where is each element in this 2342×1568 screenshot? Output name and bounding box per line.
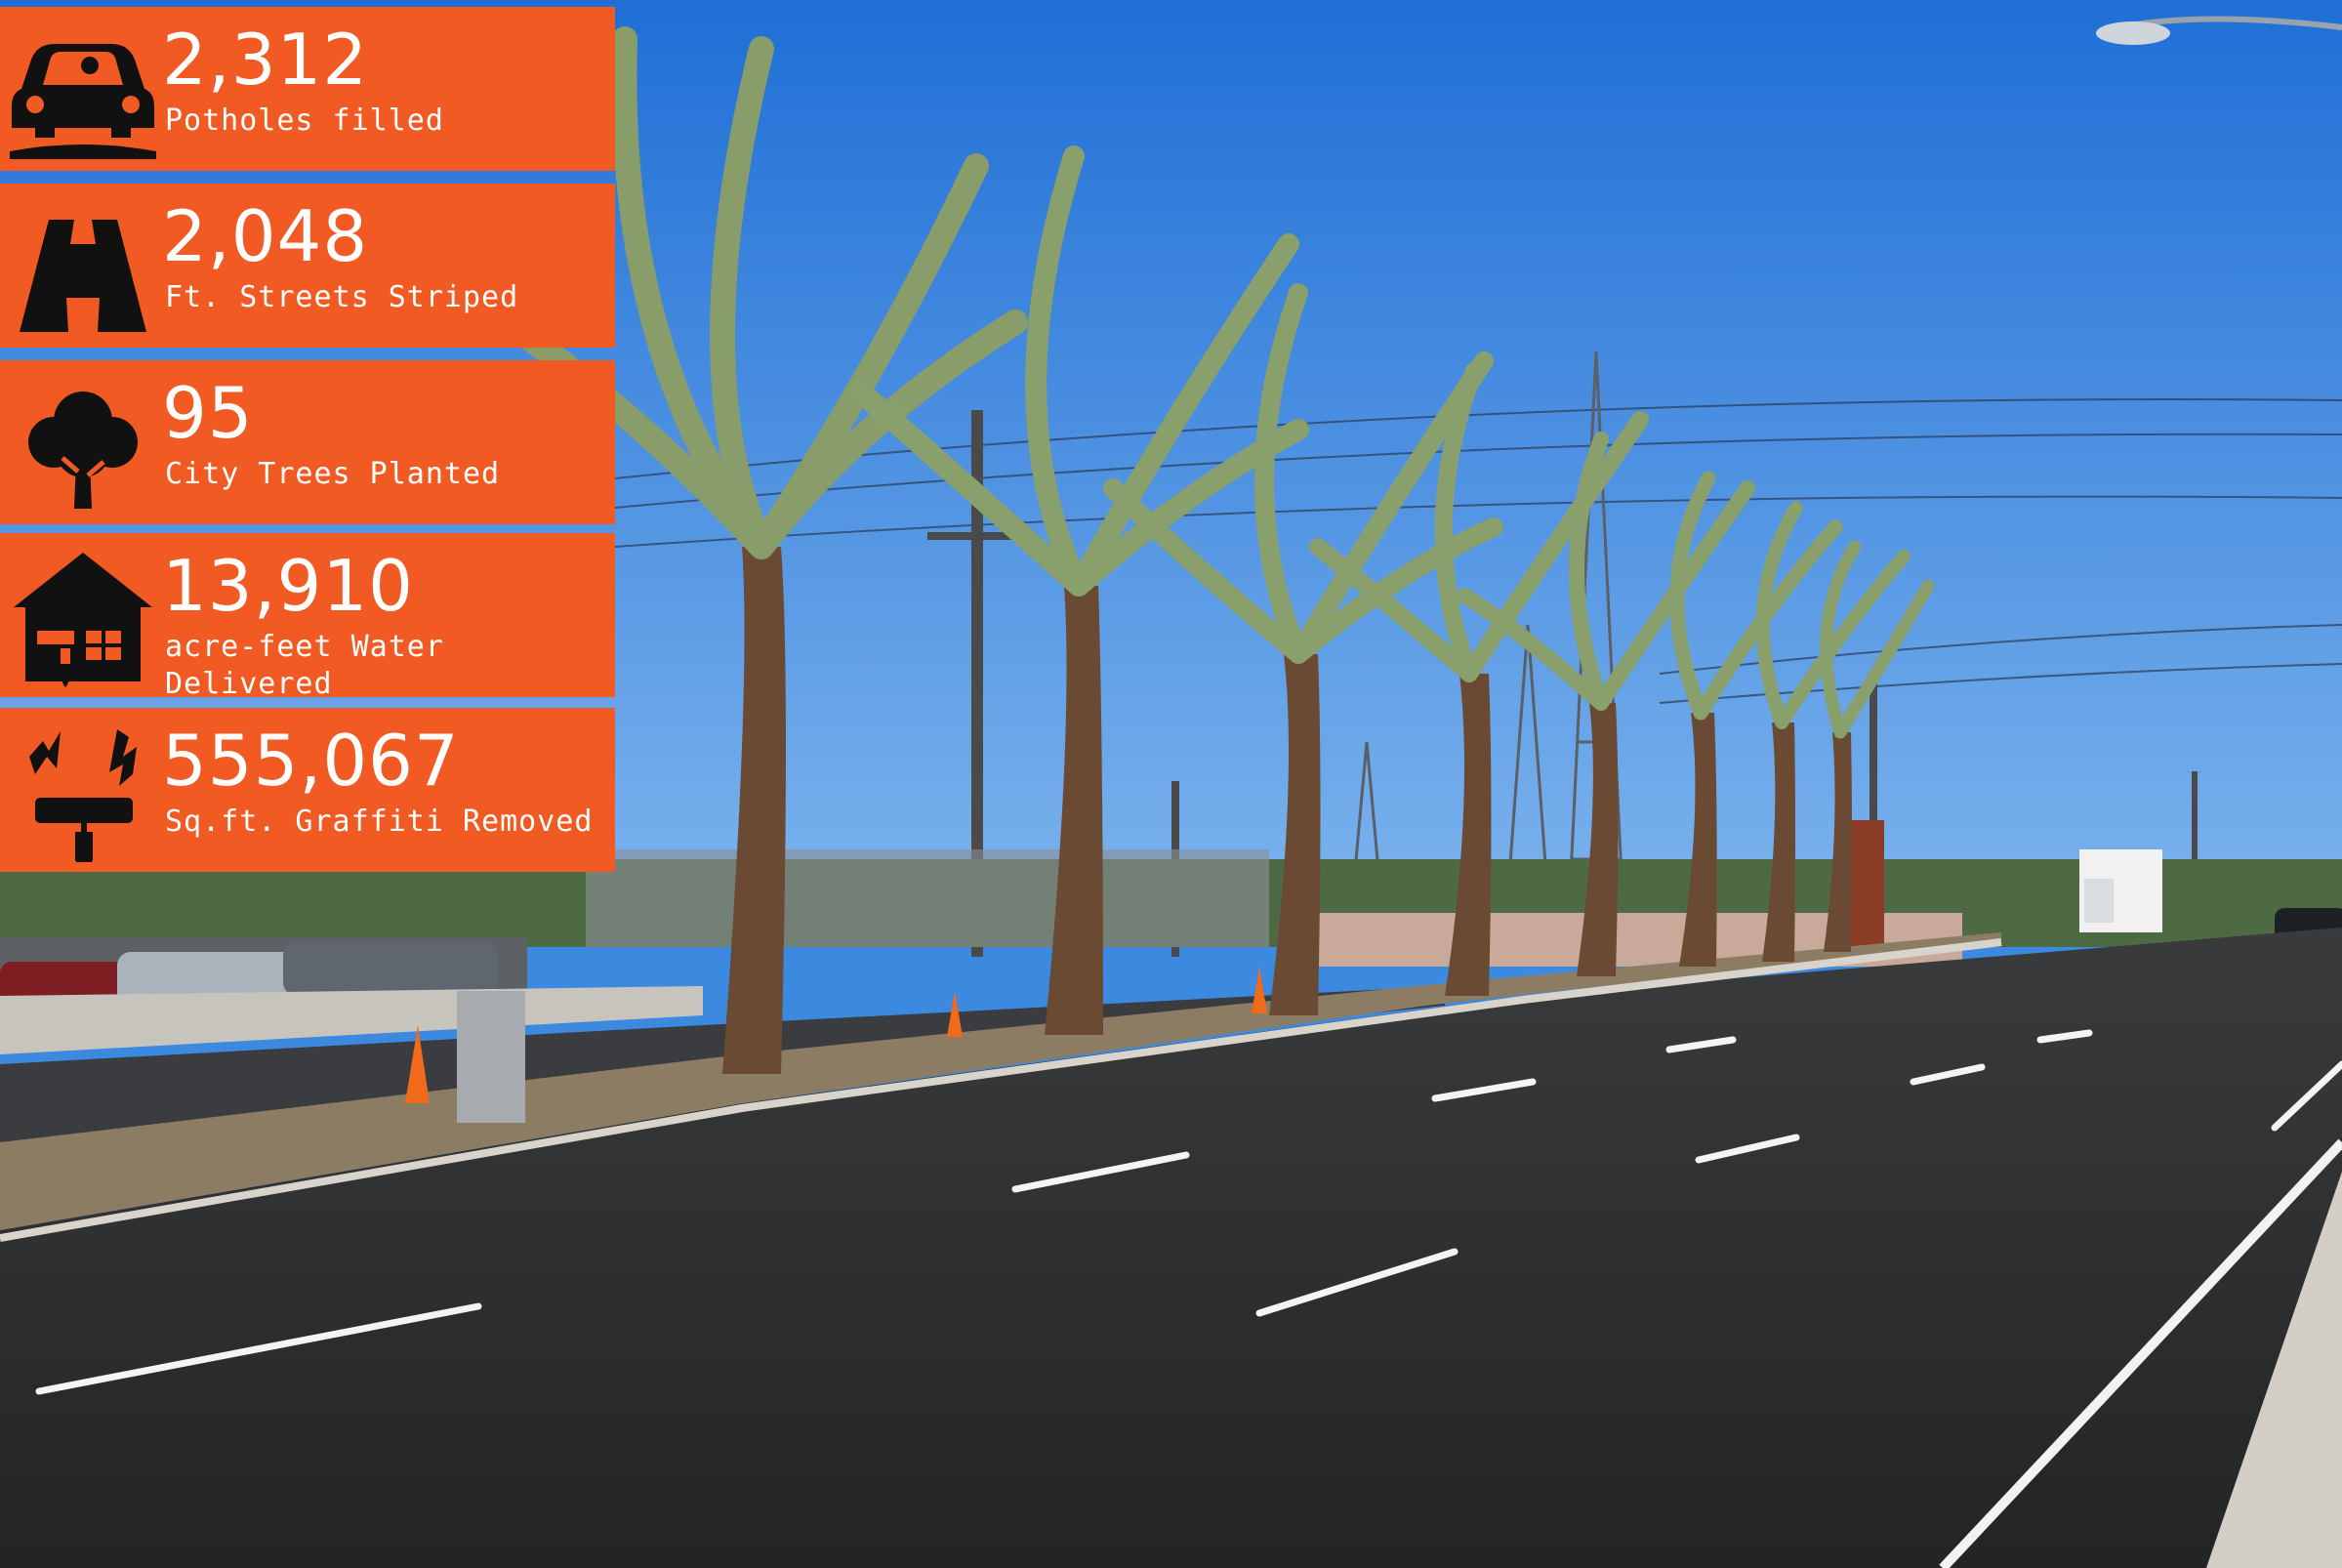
- stat-value: 13,910: [162, 545, 414, 627]
- stat-value: 2,312: [162, 19, 369, 101]
- stat-label: Sq.ft. Graffiti Removed: [165, 805, 594, 839]
- car-pothole-icon: [10, 44, 156, 159]
- stat-trees: 95 City Trees Planted: [0, 360, 615, 524]
- paint-roller-icon: [29, 729, 137, 862]
- stat-label: City Trees Planted: [165, 457, 501, 491]
- stat-label: acre-feet Water Delivered: [165, 630, 463, 701]
- stat-water: 13,910 acre-feet Water Delivered: [0, 533, 615, 701]
- tree-icon: [28, 392, 138, 509]
- stat-value: 2,048: [162, 195, 369, 277]
- stat-streets-striped: 2,048 Ft. Streets Striped: [0, 184, 615, 348]
- stat-value: 555,067: [162, 720, 460, 802]
- stat-potholes: 2,312 Potholes filled: [0, 7, 615, 171]
- stat-graffiti: 555,067 Sq.ft. Graffiti Removed: [0, 708, 615, 872]
- stat-label: Ft. Streets Striped: [165, 280, 519, 314]
- utility-box: [457, 991, 525, 1123]
- house-water-icon: [14, 553, 152, 687]
- substation: [586, 849, 1269, 947]
- stat-label: Potholes filled: [165, 103, 444, 138]
- road-icon: [20, 220, 146, 332]
- stat-value: 95: [162, 372, 254, 454]
